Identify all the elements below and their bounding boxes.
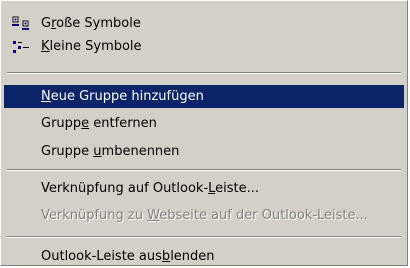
small-icons-icon xyxy=(12,39,32,55)
menu-item-remove-group[interactable]: Gruppe entfernen xyxy=(4,112,404,135)
large-icons-icon xyxy=(12,16,32,32)
menu-item-shortcut-web-page: Verknüpfung zu Webseite auf der Outlook-… xyxy=(41,208,368,223)
menu-item-add-group[interactable]: Neue Gruppe hinzufügen xyxy=(4,85,404,108)
menu-item-large-icons[interactable]: Große Symbole xyxy=(4,12,404,35)
menu-item-small-icons[interactable]: Kleine Symbole xyxy=(4,35,404,58)
menu-item-shortcut-outlook-bar[interactable]: Verknüpfung auf Outlook-Leiste... xyxy=(4,177,404,200)
outlook-bar-context-menu: Große Symbole Kleine Symbole Neue Gruppe… xyxy=(0,0,408,266)
menu-separator xyxy=(7,236,401,238)
menu-separator xyxy=(7,72,401,74)
menu-item-rename-group[interactable]: Gruppe umbenennen xyxy=(4,140,404,163)
menu-item-hide-outlook-bar[interactable]: Outlook-Leiste ausblenden xyxy=(4,245,404,268)
menu-separator xyxy=(7,169,401,171)
